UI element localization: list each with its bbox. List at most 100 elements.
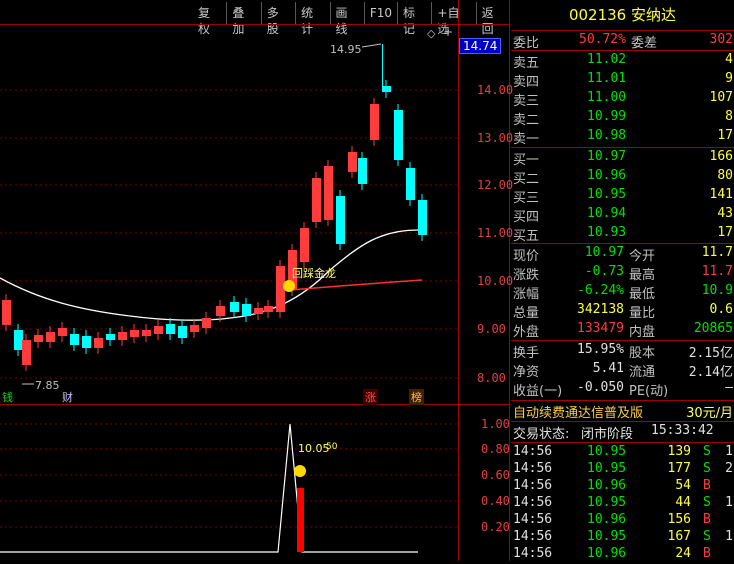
tick-side: B (703, 478, 711, 493)
y-tick-9: 9.00 (477, 322, 506, 336)
sell-price: 11.01 (587, 71, 627, 86)
candle-body (190, 325, 199, 332)
candle-body (276, 266, 285, 312)
candle-body (14, 330, 23, 350)
stock-name: 安纳达 (631, 6, 677, 24)
toolbar-back-button[interactable]: 返回 (475, 2, 510, 36)
buy-price: 10.96 (587, 168, 627, 183)
high-pointer (361, 43, 382, 48)
sell-row: 卖三 11.00 107 (513, 90, 734, 109)
price-axis-divider (458, 0, 459, 561)
quote-label: 总量 (513, 306, 540, 321)
promo-divider (511, 400, 734, 401)
buy-volume: 17 (717, 225, 733, 240)
fund-row: 换手 15.95% 股本 2.15亿 (513, 342, 734, 361)
y-tick-14: 14.00 (477, 83, 514, 97)
candle-body (82, 336, 91, 348)
stock-title[interactable]: 002136 安纳达 (511, 0, 734, 30)
tick-time: 14:56 (513, 529, 553, 544)
tick-row: 14:56 10.95 177 S 2 (513, 461, 734, 479)
quote-row: 涨幅 -6.24% 最低 10.9 (513, 283, 734, 302)
sell-row: 卖四 11.01 9 (513, 71, 734, 90)
tick-side: S (703, 444, 711, 459)
buy-volume: 166 (709, 149, 733, 164)
trade-status-value: 闭市阶段 (581, 427, 634, 442)
tick-time: 14:56 (513, 478, 553, 493)
sell-label: 卖五 (513, 56, 540, 71)
quote-divider (511, 243, 734, 244)
marker-bang[interactable]: 榜 (409, 389, 424, 405)
candle-body (166, 324, 175, 334)
fund-value-2: 2.15亿 (688, 346, 733, 361)
tick-count: 1 (725, 444, 733, 459)
candle-body (178, 326, 187, 338)
candle-body (358, 158, 367, 184)
vol-tick-06: 0.60 (481, 468, 510, 482)
sell-volume: 8 (725, 109, 733, 124)
tick-price: 10.96 (587, 546, 627, 561)
sell-price: 11.00 (587, 90, 627, 105)
tick-row: 14:56 10.96 24 B (513, 546, 734, 564)
tick-price: 10.96 (587, 512, 627, 527)
candle-body (118, 332, 127, 340)
moving-average-line (0, 229, 419, 321)
marker-left[interactable]: 钱 (0, 389, 15, 405)
quote-value-2: 0.6 (709, 302, 733, 317)
quote-panel: 002136 安纳达 委比 50.72% 委差 302 卖五 11.02 4 卖四 11… (511, 0, 734, 561)
weicha-value: 302 (709, 32, 733, 47)
tick-side: S (703, 495, 711, 510)
tick-row: 14:56 10.95 167 S 1 (513, 529, 734, 547)
sell-label: 卖四 (513, 75, 540, 90)
marker-cai[interactable]: 财 (60, 389, 75, 405)
kline-chart-area[interactable]: 复权 叠加 多股 统计 画线 F10 标记 +自选 返回 14.95 7.85 … (0, 0, 514, 561)
tick-row: 14:56 10.95 44 S 1 (513, 495, 734, 513)
buy-row: 买五 10.93 17 (513, 225, 734, 244)
buy-label: 买一 (513, 153, 540, 168)
indicator-spike-line (0, 423, 418, 553)
fund-row: 净资 5.41 流通 2.14亿 (513, 361, 734, 380)
promo-row[interactable]: 自动续费通达信普及版 30元/月 (513, 402, 734, 421)
candle-body (394, 110, 403, 160)
buy-price: 10.94 (587, 206, 627, 221)
weibi-row: 委比 50.72% 委差 302 (513, 32, 734, 51)
quote-label: 涨跌 (513, 268, 540, 283)
promo-text[interactable]: 自动续费通达信普及版 (513, 402, 643, 421)
signal-value-label: 10.05 (298, 442, 330, 455)
quote-value-2: 11.7 (701, 264, 733, 279)
candle-body (106, 334, 115, 340)
ticks-top-divider (511, 442, 734, 443)
candle-body (216, 306, 225, 316)
sell-price: 10.99 (587, 109, 627, 124)
candle-body (142, 330, 151, 336)
candle-body (382, 86, 391, 92)
tick-price: 10.96 (587, 478, 627, 493)
tick-price: 10.95 (587, 495, 627, 510)
tick-volume: 24 (675, 546, 691, 561)
stock-code: 002136 (568, 6, 627, 24)
quote-row: 外盘 133479 内盘 20865 (513, 321, 734, 340)
candle-body (264, 306, 273, 312)
grid-lines (0, 89, 458, 528)
high-price-label: 14.95 (330, 43, 362, 56)
tick-volume: 177 (667, 461, 691, 476)
marker-zhang[interactable]: 涨 (363, 389, 378, 405)
buy-price: 10.93 (587, 225, 627, 240)
candle-body (46, 332, 55, 342)
buy-row: 买三 10.95 141 (513, 187, 734, 206)
buy-row: 买二 10.96 80 (513, 168, 734, 187)
buy-volume: 43 (717, 206, 733, 221)
tick-time: 14:56 (513, 546, 553, 561)
promo-price[interactable]: 30元/月 (686, 402, 733, 421)
buy-label: 买三 (513, 191, 540, 206)
smiley-icon-2 (294, 465, 306, 477)
buy-volume: 141 (709, 187, 733, 202)
fund-divider (511, 340, 734, 341)
buy-volume: 80 (717, 168, 733, 183)
fund-label: 净资 (513, 365, 540, 380)
diamond-icon[interactable]: ◇ (427, 27, 435, 40)
plus-icon[interactable]: + (443, 25, 453, 39)
sell-label: 卖三 (513, 94, 540, 109)
candle-body (242, 304, 251, 316)
quote-row: 现价 10.97 今开 11.7 (513, 245, 734, 264)
title-divider (511, 30, 734, 31)
